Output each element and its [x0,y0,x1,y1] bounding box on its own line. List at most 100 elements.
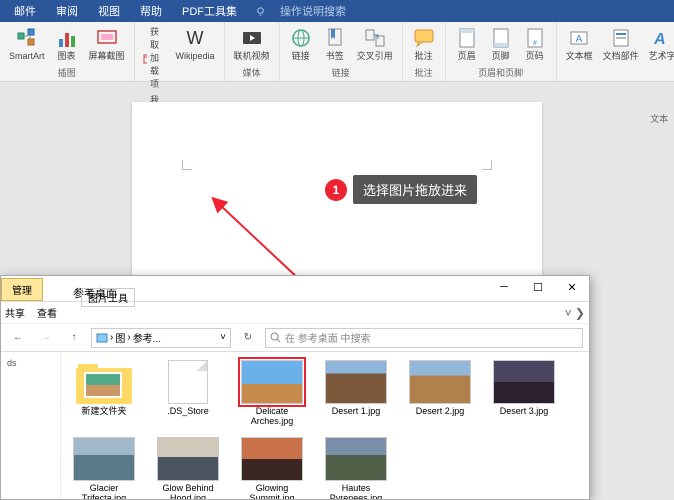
screenshot-icon [95,26,119,50]
tab-review[interactable]: 审阅 [46,1,88,21]
file-icon [168,360,208,404]
link-icon [289,26,313,50]
minimize-button[interactable]: ─ [487,276,521,298]
wordart-icon: A [650,26,674,50]
image-thumb [157,437,219,481]
header-button[interactable]: 页眉 [452,24,482,64]
bookmark-button[interactable]: 书签 [320,24,350,64]
image-thumb [241,360,303,404]
footer-button[interactable]: 页脚 [486,24,516,64]
group-illustration: SmartArt 图表 屏幕截图 插图 [0,22,135,81]
close-button[interactable]: ✕ [555,276,589,298]
comment-button[interactable]: 批注 [409,24,439,64]
file-thumb[interactable]: Delicate Arches.jpg [237,360,307,427]
textbox-icon: A [567,26,591,50]
group-comments: 批注 批注 [403,22,446,81]
link-button[interactable]: 链接 [286,24,316,64]
file-thumb[interactable]: Desert 3.jpg [489,360,559,427]
file-label: Glowing Summit.jpg [237,484,307,499]
image-thumb [241,437,303,481]
store-icon [143,52,147,64]
sidebar-item[interactable]: ds [1,352,60,374]
group-text: A 文本框 文档部件 A 艺术字 A 首字下沉 签名 日期 对象 文本 [557,22,674,81]
refresh-button[interactable]: ↻ [237,327,259,349]
file-label: Glow Behind Hood.jpg [153,484,223,499]
file-label: Desert 2.jpg [416,407,465,417]
file-label: Glacier Trifecta.jpg [69,484,139,499]
explorer-content[interactable]: 新建文件夹 .DS_Store Delicate Arches.jpg Desert … [61,352,589,499]
get-addins-button[interactable]: 获取加载项 [141,24,169,91]
tab-view[interactable]: 视图 [88,1,130,21]
explorer-addressbar: ← → ↑ ›图›参考... ˅ ↻ 在 参考桌面 中搜索 [1,324,589,352]
file-label: Desert 3.jpg [500,407,549,417]
file-thumb[interactable]: Glacier Trifecta.jpg [69,437,139,499]
file-label: Hautes Pyrenees.jpg [321,484,391,499]
comment-icon [412,26,436,50]
tab-pdftools[interactable]: PDF工具集 [172,1,247,21]
textbox-button[interactable]: A 文本框 [563,24,596,64]
nav-fwd-button[interactable]: → [35,327,57,349]
nav-back-button[interactable]: ← [7,327,29,349]
group-addins: 获取加载项 我的加载项 W Wikipedia 加载项 [135,22,225,81]
explorer-tab-manage[interactable]: 管理 [1,278,43,301]
file-thumb[interactable]: .DS_Store [153,360,223,427]
file-thumb[interactable]: Hautes Pyrenees.jpg [321,437,391,499]
quickparts-button[interactable]: 文档部件 [600,24,642,64]
image-thumb [493,360,555,404]
tell-me-search[interactable]: 操作说明搜索 [255,1,356,21]
wordart-button[interactable]: A 艺术字 [646,24,674,64]
search-icon [270,332,281,343]
maximize-button[interactable]: ☐ [521,276,555,298]
pagenum-button[interactable]: # 页码 [520,24,550,64]
file-thumb[interactable]: Desert 2.jpg [405,360,475,427]
image-thumb [409,360,471,404]
smartart-button[interactable]: SmartArt [6,24,48,64]
wikipedia-icon: W [183,26,207,50]
tab-help[interactable]: 帮助 [130,1,172,21]
search-box[interactable]: 在 参考桌面 中搜索 [265,328,583,348]
crossref-button[interactable]: 交叉引用 [354,24,396,64]
explorer-titlebar[interactable]: 管理 图片工具 参考桌面 ─ ☐ ✕ [1,276,589,302]
chart-button[interactable]: 图表 [52,24,82,64]
file-label: 新建文件夹 [81,407,126,417]
chart-icon [55,26,79,50]
bookmark-icon [323,26,347,50]
smartart-icon [15,26,39,50]
folder-icon [76,360,132,404]
crossref-icon [363,26,387,50]
annotation-text: 选择图片拖放进来 [353,175,477,204]
header-icon [455,26,479,50]
group-label: 媒体 [243,64,261,79]
menu-share[interactable]: 共享 [5,305,25,320]
explorer-tab-pictools[interactable]: 图片工具 [81,288,135,307]
online-video-button[interactable]: 联机视频 [231,24,273,64]
pagenum-icon: # [523,26,547,50]
ribbon-body: SmartArt 图表 屏幕截图 插图 获取加载项 我的加载项 W Wikipe… [0,22,674,82]
group-links: 链接 书签 交叉引用 链接 [280,22,403,81]
image-thumb [73,437,135,481]
breadcrumb[interactable]: ›图›参考... ˅ [91,328,231,348]
group-label: 链接 [332,64,350,79]
svg-text:#: # [533,40,537,47]
file-thumb[interactable]: Glowing Summit.jpg [237,437,307,499]
group-media: 联机视频 媒体 [225,22,280,81]
nav-up-button[interactable]: ↑ [63,327,85,349]
file-thumb[interactable]: 新建文件夹 [69,360,139,427]
file-thumb[interactable]: Desert 1.jpg [321,360,391,427]
image-thumb [325,437,387,481]
margin-corner [182,160,192,170]
annotation-badge: 1 [325,179,347,201]
menu-view[interactable]: 查看 [37,305,57,320]
ribbon-toggle[interactable]: ˅ ❯ [565,306,585,320]
file-thumb[interactable]: Glow Behind Hood.jpg [153,437,223,499]
file-label: Desert 1.jpg [332,407,381,417]
margin-corner [482,160,492,170]
file-label: .DS_Store [167,407,209,417]
tab-mail[interactable]: 邮件 [4,1,46,21]
screenshot-button[interactable]: 屏幕截图 [86,24,128,64]
file-explorer-window: 管理 图片工具 参考桌面 ─ ☐ ✕ 共享 查看 ˅ ❯ ← → ↑ ›图›参考… [0,275,590,500]
wikipedia-button[interactable]: W Wikipedia [173,24,218,64]
video-icon [240,26,264,50]
explorer-sidebar[interactable]: ds [1,352,61,499]
group-label: 批注 [415,64,433,79]
